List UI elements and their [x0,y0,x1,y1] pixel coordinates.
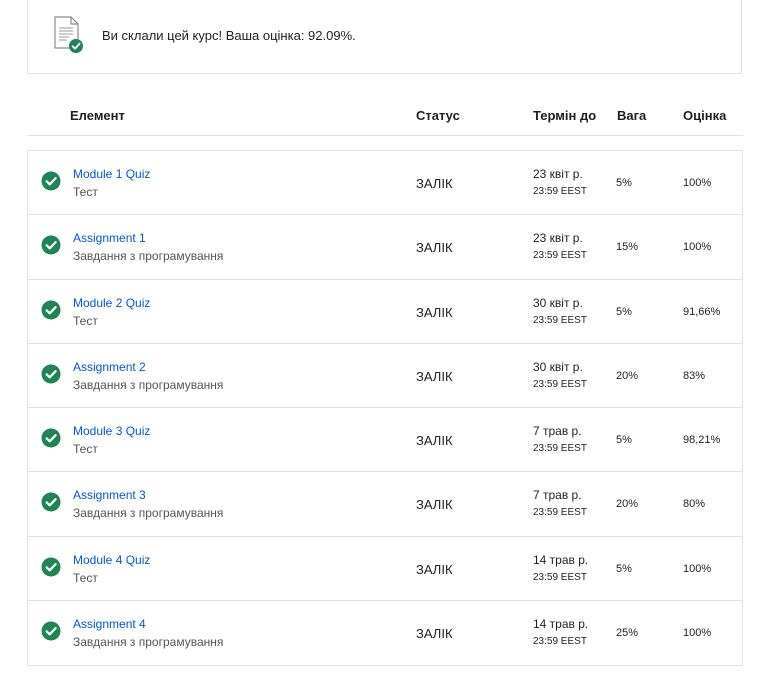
due-date: 23 квіт р. [533,167,583,181]
grade-value: 98,21% [683,434,721,447]
due-date: 14 трав р. [533,617,589,632]
due-time: 23:59 EEST [533,186,587,197]
grade-value: 100% [683,177,712,189]
item-link[interactable]: Module 3 Quiz [73,424,150,438]
item-link[interactable]: Module 2 Quiz [73,296,150,310]
status-text: ЗАЛІК [416,368,453,384]
status-text: ЗАЛІК [416,240,453,256]
weight-value: 5% [616,434,632,447]
table-row: Assignment 1 Завдання з програмування ЗА… [28,215,742,280]
check-circle-icon [41,171,61,191]
item-link[interactable]: Assignment 3 [73,488,146,502]
item-type: Завдання з програмування [73,249,224,264]
due-time: 23:59 EEST [533,507,587,519]
table-row: Module 3 Quiz Тест ЗАЛІК 7 трав р. 23:59… [28,408,742,473]
status-text: ЗАЛІК [416,497,453,513]
grade-value: 83% [683,369,706,382]
column-header-item: Елемент [70,108,125,123]
weight-value: 5% [616,305,632,318]
due-date: 23 квіт р. [533,231,583,246]
due-date: 30 квіт р. [533,359,583,374]
table-row: Assignment 3 Завдання з програмування ЗА… [28,472,742,537]
weight-value: 5% [616,562,632,575]
grade-value: 100% [683,627,712,640]
status-text: ЗАЛІК [416,433,453,449]
due-date: 7 трав р. [533,424,582,439]
item-type: Тест [73,313,98,328]
item-type: Завдання з програмування [73,377,224,392]
table-row: Module 1 Quiz Тест ЗАЛІК 23 квіт р. 23:5… [28,151,742,216]
check-circle-icon [41,492,61,512]
course-passed-banner: Ви склали цей курс! Ваша оцінка: 92.09%. [27,0,742,74]
due-date: 14 трав р. [533,552,589,567]
check-circle-icon [41,557,61,577]
grades-page: Ви склали цей курс! Ваша оцінка: 92.09%.… [0,0,758,675]
table-row: Module 2 Quiz Тест ЗАЛІК 30 квіт р. 23:5… [28,280,742,344]
due-time: 23:59 EEST [533,250,587,262]
item-type: Завдання з програмування [73,635,224,650]
table-header: Елемент Статус Термін до Вага Оцінка [27,96,743,136]
course-passed-message: Ви склали цей курс! Ваша оцінка: 92.09%. [102,28,356,43]
grade-value: 100% [683,241,712,254]
item-link[interactable]: Module 4 Quiz [73,553,150,567]
grade-value: 91,66% [683,305,721,318]
check-circle-icon [41,235,61,255]
check-circle-icon [41,300,61,320]
status-text: ЗАЛІК [416,304,453,320]
grades-table: Module 1 Quiz Тест ЗАЛІК 23 квіт р. 23:5… [27,150,743,667]
item-link[interactable]: Assignment 2 [73,360,146,374]
document-check-icon [54,16,83,53]
column-header-weight: Вага [617,108,647,123]
item-type: Тест [73,570,98,585]
due-time: 23:59 EEST [533,571,587,583]
due-time: 23:59 EEST [533,636,587,648]
status-text: ЗАЛІК [416,176,453,191]
item-type: Завдання з програмування [73,506,224,521]
table-row: Assignment 4 Завдання з програмування ЗА… [28,601,742,665]
item-link[interactable]: Assignment 1 [73,231,146,245]
item-link[interactable]: Assignment 4 [73,617,146,631]
column-header-grade: Оцінка [683,108,727,123]
weight-value: 20% [616,498,639,511]
check-circle-icon [41,428,61,448]
due-date: 30 квіт р. [533,295,583,310]
grade-value: 80% [683,498,706,511]
column-header-status: Статус [416,108,460,123]
table-row: Module 4 Quiz Тест ЗАЛІК 14 трав р. 23:5… [28,537,742,602]
table-row: Assignment 2 Завдання з програмування ЗА… [28,344,742,409]
status-text: ЗАЛІК [416,561,453,577]
column-header-due: Термін до [533,108,597,123]
due-time: 23:59 EEST [533,314,587,326]
weight-value: 5% [616,177,632,189]
weight-value: 15% [616,241,639,254]
grade-value: 100% [683,562,712,575]
weight-value: 20% [616,369,639,382]
due-time: 23:59 EEST [533,443,587,455]
weight-value: 25% [616,627,639,640]
status-text: ЗАЛІК [416,626,453,642]
check-circle-icon [41,621,61,641]
item-type: Тест [73,442,98,457]
due-date: 7 трав р. [533,488,582,503]
due-time: 23:59 EEST [533,378,587,390]
item-link[interactable]: Module 1 Quiz [73,167,150,181]
item-type: Тест [73,185,98,199]
check-circle-icon [41,364,61,384]
